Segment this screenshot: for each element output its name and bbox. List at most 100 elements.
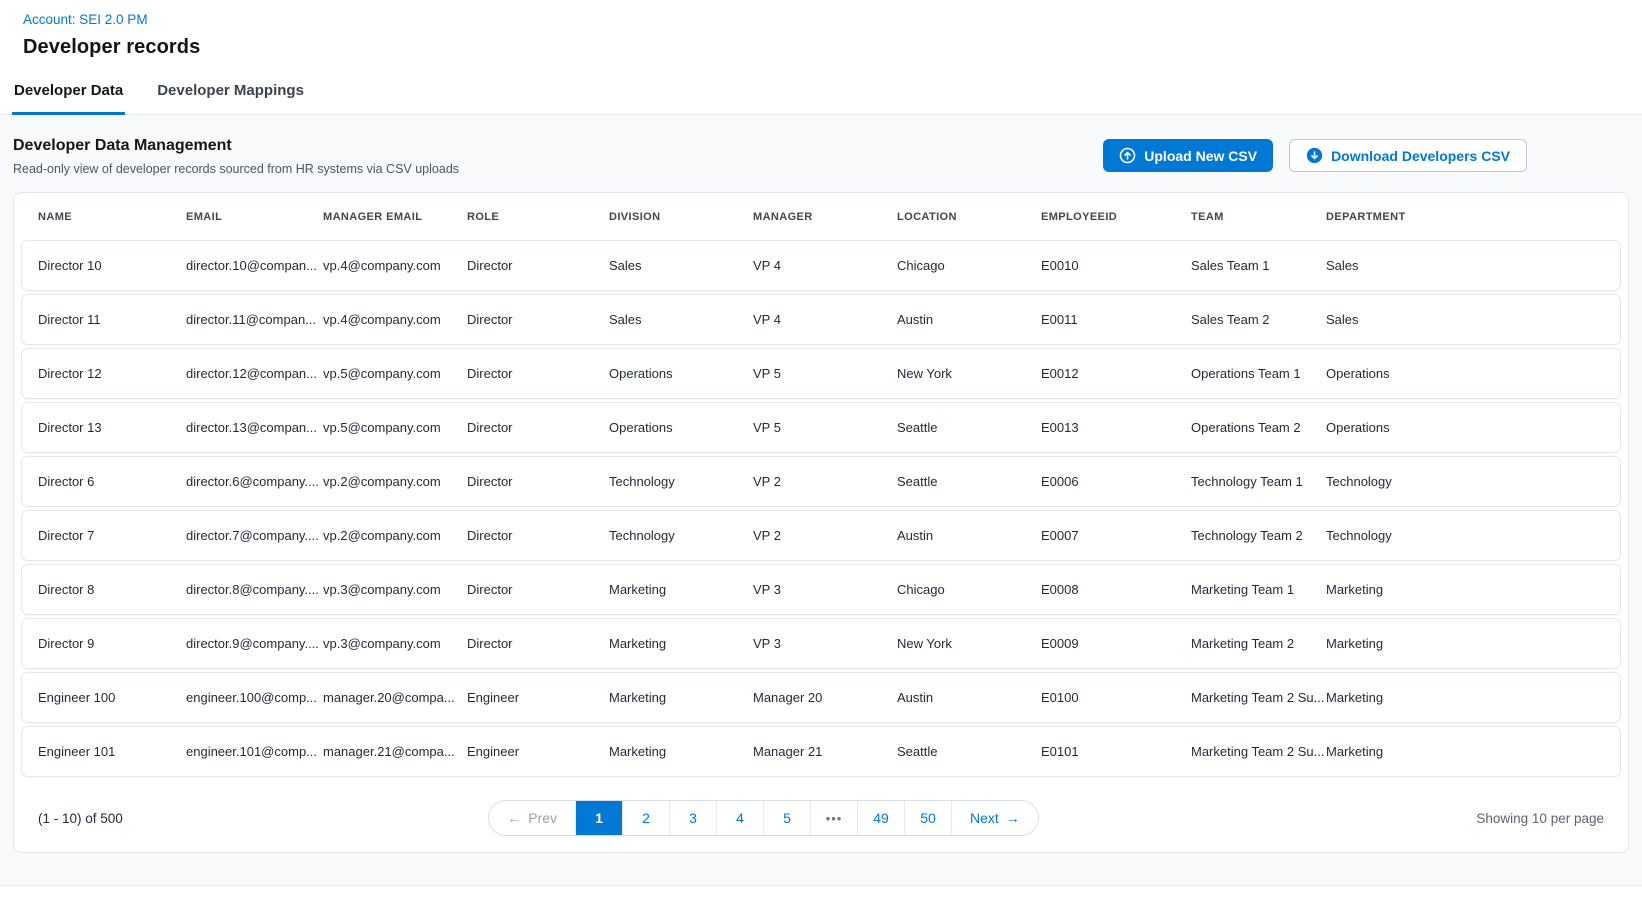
table-cell: E0006 (1041, 474, 1191, 489)
tab-developer-data[interactable]: Developer Data (12, 76, 125, 115)
column-header-name: NAME (38, 211, 186, 223)
table-cell: director.11@compan... (186, 312, 323, 327)
table-cell: director.8@company.... (186, 582, 323, 597)
table-cell: Seattle (897, 474, 1041, 489)
table-cell: Director (467, 582, 609, 597)
table-cell: vp.2@company.com (323, 474, 467, 489)
table-cell: director.6@company.... (186, 474, 323, 489)
table-cell: Marketing (1326, 582, 1620, 597)
pagination-page-1[interactable]: 1 (575, 801, 622, 835)
table-cell: Operations Team 2 (1191, 420, 1326, 435)
pagination-next-button[interactable]: Next → (951, 801, 1038, 835)
table-cell: E0009 (1041, 636, 1191, 651)
table-cell: Sales (609, 312, 753, 327)
account-breadcrumb-link[interactable]: Account: SEI 2.0 PM (23, 12, 148, 27)
table-cell: Marketing Team 2 Su... (1191, 690, 1326, 705)
table-cell: Director 6 (38, 474, 186, 489)
table-row: Director 9director.9@company....vp.3@com… (22, 619, 1620, 668)
result-range-text: (1 - 10) of 500 (38, 811, 253, 826)
table-cell: vp.3@company.com (323, 636, 467, 651)
table-row: Director 6director.6@company....vp.2@com… (22, 457, 1620, 506)
table-row: Director 10director.10@compan...vp.4@com… (22, 241, 1620, 290)
content-area: Developer Data Management Read-only view… (0, 115, 1642, 886)
column-header-employeeid: EMPLOYEEID (1041, 211, 1191, 223)
pagination-page-50[interactable]: 50 (904, 801, 951, 835)
table-cell: E0007 (1041, 528, 1191, 543)
table-cell: Director 9 (38, 636, 186, 651)
pagination-ellipsis: ••• (810, 801, 857, 835)
table-cell: Austin (897, 690, 1041, 705)
table-cell: Director (467, 636, 609, 651)
table-cell: Director (467, 258, 609, 273)
pagination-page-3[interactable]: 3 (669, 801, 716, 835)
pagination-page-2[interactable]: 2 (622, 801, 669, 835)
table-cell: VP 2 (753, 528, 897, 543)
section-subtitle: Read-only view of developer records sour… (13, 162, 459, 176)
table-cell: Seattle (897, 420, 1041, 435)
table-cell: vp.2@company.com (323, 528, 467, 543)
table-cell: vp.3@company.com (323, 582, 467, 597)
column-header-division: DIVISION (609, 211, 753, 223)
table-cell: Director (467, 312, 609, 327)
table-cell: Marketing (609, 690, 753, 705)
table-cell: Seattle (897, 744, 1041, 759)
table-cell: Director (467, 474, 609, 489)
pagination-page-5[interactable]: 5 (763, 801, 810, 835)
per-page-text: Showing 10 per page (1274, 811, 1604, 826)
table-cell: VP 5 (753, 420, 897, 435)
table-cell: Austin (897, 312, 1041, 327)
table-cell: engineer.101@comp... (186, 744, 323, 759)
arrow-right-icon: → (1006, 810, 1020, 826)
table-cell: Operations Team 1 (1191, 366, 1326, 381)
table-cell: Austin (897, 528, 1041, 543)
arrow-left-icon: ← (507, 810, 521, 826)
table-cell: Operations (609, 420, 753, 435)
table-cell: Marketing (609, 744, 753, 759)
section-titles: Developer Data Management Read-only view… (13, 137, 459, 176)
table-cell: Marketing Team 1 (1191, 582, 1326, 597)
upload-circle-icon (1119, 147, 1136, 164)
pagination-prev-button[interactable]: ← Prev (489, 801, 575, 835)
column-header-email: EMAIL (186, 211, 323, 223)
table-cell: E0100 (1041, 690, 1191, 705)
tab-developer-mappings[interactable]: Developer Mappings (155, 76, 306, 115)
table-cell: Operations (609, 366, 753, 381)
table-row: Director 8director.8@company....vp.3@com… (22, 565, 1620, 614)
table-cell: Director (467, 420, 609, 435)
upload-new-csv-button[interactable]: Upload New CSV (1103, 139, 1273, 172)
pagination-page-4[interactable]: 4 (716, 801, 763, 835)
pagination-page-49[interactable]: 49 (857, 801, 904, 835)
table-body: Director 10director.10@compan...vp.4@com… (22, 241, 1620, 776)
table-cell: E0011 (1041, 312, 1191, 327)
table-header-row: NAMEEMAILMANAGER EMAILROLEDIVISIONMANAGE… (22, 193, 1620, 241)
table-cell: VP 3 (753, 636, 897, 651)
page-header: Account: SEI 2.0 PM Developer records (0, 0, 1642, 59)
table-cell: VP 2 (753, 474, 897, 489)
table-row: Director 13director.13@compan...vp.5@com… (22, 403, 1620, 452)
table-cell: Chicago (897, 582, 1041, 597)
table-row: Director 11director.11@compan...vp.4@com… (22, 295, 1620, 344)
developer-table-card: NAMEEMAILMANAGER EMAILROLEDIVISIONMANAGE… (13, 192, 1629, 853)
column-header-department: DEPARTMENT (1326, 211, 1620, 223)
section-title: Developer Data Management (13, 137, 459, 155)
pagination: ← Prev 12345•••4950 Next → (488, 800, 1039, 836)
tab-bar: Developer Data Developer Mappings (0, 76, 1642, 115)
table-cell: Marketing (1326, 636, 1620, 651)
download-circle-icon (1306, 147, 1323, 164)
download-developers-csv-button[interactable]: Download Developers CSV (1289, 139, 1527, 172)
table-cell: VP 5 (753, 366, 897, 381)
table-cell: Director 11 (38, 312, 186, 327)
table-cell: New York (897, 636, 1041, 651)
table-row: Director 7director.7@company....vp.2@com… (22, 511, 1620, 560)
table-cell: Director 12 (38, 366, 186, 381)
table-cell: VP 3 (753, 582, 897, 597)
table-cell: director.7@company.... (186, 528, 323, 543)
table-cell: Marketing (609, 582, 753, 597)
table-row: Director 12director.12@compan...vp.5@com… (22, 349, 1620, 398)
table-cell: Director 8 (38, 582, 186, 597)
table-cell: E0010 (1041, 258, 1191, 273)
pagination-bar: (1 - 10) of 500 ← Prev 12345•••4950 Next… (22, 800, 1620, 836)
table-cell: Engineer 101 (38, 744, 186, 759)
table-cell: E0008 (1041, 582, 1191, 597)
table-cell: New York (897, 366, 1041, 381)
